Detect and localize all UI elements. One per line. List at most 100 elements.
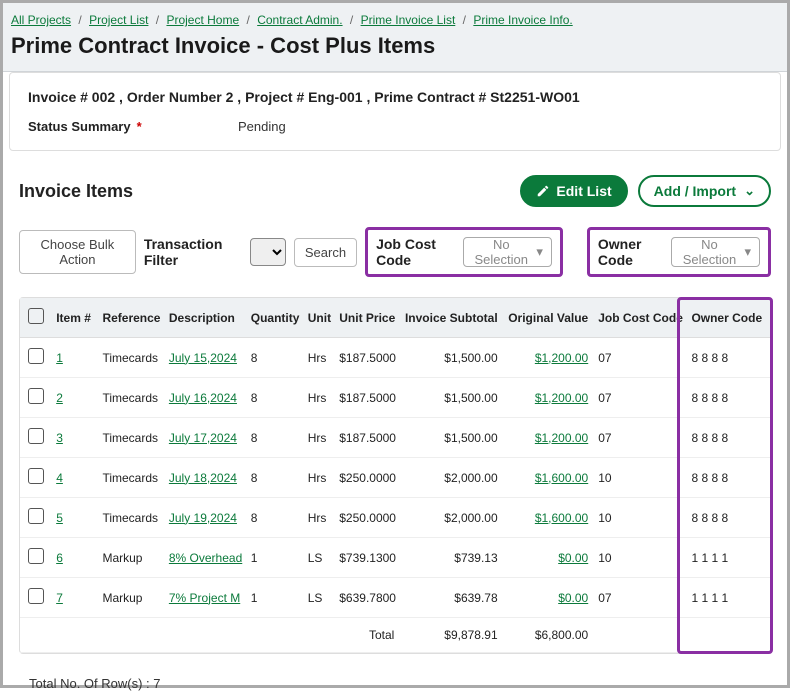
col-original: Original Value <box>504 298 595 338</box>
table-row: 7Markup7% Project M1LS$639.7800$639.78$0… <box>20 578 770 618</box>
cell-jcc: 10 <box>594 498 687 538</box>
crumb-project-list[interactable]: Project List <box>89 13 148 27</box>
cell-unit-price: $187.5000 <box>335 338 400 378</box>
original-value-link[interactable]: $1,200.00 <box>535 351 588 365</box>
cell-unit: Hrs <box>304 458 336 498</box>
cell-unit-price: $250.0000 <box>335 498 400 538</box>
original-value-link[interactable]: $1,200.00 <box>535 391 588 405</box>
item-link[interactable]: 2 <box>56 391 63 405</box>
cell-subtotal: $2,000.00 <box>400 458 503 498</box>
cell-unit-price: $639.7800 <box>335 578 400 618</box>
cell-reference: Timecards <box>98 418 164 458</box>
item-link[interactable]: 6 <box>56 551 63 565</box>
invoice-summary-card: Invoice # 002 , Order Number 2 , Project… <box>9 72 781 151</box>
col-jcc: Job Cost Code <box>594 298 687 338</box>
cell-reference: Timecards <box>98 458 164 498</box>
item-link[interactable]: 4 <box>56 471 63 485</box>
table-row: 4 Timecards July 18,2024 8Hrs$250.0000$2,00… <box>20 458 770 498</box>
cell-unit-price: $187.5000 <box>335 378 400 418</box>
job-cost-code-label: Job Cost Code <box>376 236 457 268</box>
row-checkbox[interactable] <box>28 468 44 484</box>
cell-quantity: 8 <box>247 498 304 538</box>
cell-subtotal: $739.13 <box>400 538 503 578</box>
cell-owner-code: 1 1 1 1 <box>687 578 770 618</box>
description-link[interactable]: July 18,2024 <box>169 471 237 485</box>
original-value-link[interactable]: $1,600.00 <box>535 471 588 485</box>
cell-jcc: 07 <box>594 338 687 378</box>
item-link[interactable]: 3 <box>56 431 63 445</box>
job-cost-code-filter: Job Cost Code No Selection ▾ <box>365 227 563 277</box>
item-link[interactable]: 1 <box>56 351 63 365</box>
cell-owner-code: 8 8 8 8 <box>687 498 770 538</box>
cell-reference: Timecards <box>98 498 164 538</box>
description-link[interactable]: July 17,2024 <box>169 431 237 445</box>
description-link[interactable]: July 15,2024 <box>169 351 237 365</box>
col-quantity: Quantity <box>247 298 304 338</box>
item-link[interactable]: 7 <box>56 591 63 605</box>
cell-jcc: 07 <box>594 578 687 618</box>
cell-subtotal: $1,500.00 <box>400 338 503 378</box>
cell-quantity: 1 <box>247 578 304 618</box>
job-cost-code-dropdown[interactable]: No Selection ▾ <box>463 237 552 267</box>
row-checkbox[interactable] <box>28 548 44 564</box>
row-checkbox[interactable] <box>28 388 44 404</box>
cell-owner-code: 8 8 8 8 <box>687 338 770 378</box>
page-title: Prime Contract Invoice - Cost Plus Items <box>11 33 779 67</box>
totals-subtotal: $9,878.91 <box>400 618 503 653</box>
table-row: 1TimecardsJuly 15,20248Hrs$187.5000$1,50… <box>20 338 770 378</box>
cell-jcc: 10 <box>594 538 687 578</box>
description-link[interactable]: 7% Project M <box>169 591 240 605</box>
totals-original: $6,800.00 <box>504 618 595 653</box>
owner-code-dropdown[interactable]: No Selection ▾ <box>671 237 760 267</box>
select-all-checkbox[interactable] <box>28 308 44 324</box>
cell-unit-price: $739.1300 <box>335 538 400 578</box>
cell-subtotal: $1,500.00 <box>400 418 503 458</box>
crumb-contract-admin[interactable]: Contract Admin. <box>257 13 342 27</box>
add-import-button[interactable]: Add / Import ⌄ <box>638 175 771 207</box>
col-description: Description <box>165 298 247 338</box>
cell-unit: Hrs <box>304 498 336 538</box>
item-link[interactable]: 5 <box>56 511 63 525</box>
crumb-all-projects[interactable]: All Projects <box>11 13 71 27</box>
cell-jcc: 10 <box>594 458 687 498</box>
breadcrumb: All Projects / Project List / Project Ho… <box>11 11 779 33</box>
description-link[interactable]: July 19,2024 <box>169 511 237 525</box>
row-checkbox[interactable] <box>28 508 44 524</box>
col-subtotal: Invoice Subtotal <box>400 298 503 338</box>
cell-jcc: 07 <box>594 418 687 458</box>
caret-down-icon: ▾ <box>536 244 543 260</box>
bulk-action-button[interactable]: Choose Bulk Action <box>19 230 136 274</box>
row-checkbox[interactable] <box>28 428 44 444</box>
col-unit-price: Unit Price <box>335 298 400 338</box>
cell-quantity: 1 <box>247 538 304 578</box>
crumb-prime-invoice-info[interactable]: Prime Invoice Info. <box>473 13 572 27</box>
cell-quantity: 8 <box>247 458 304 498</box>
original-value-link[interactable]: $1,200.00 <box>535 431 588 445</box>
original-value-link[interactable]: $0.00 <box>558 591 588 605</box>
status-value: Pending <box>238 119 286 134</box>
section-title: Invoice Items <box>19 181 133 202</box>
transaction-filter-select[interactable] <box>250 238 286 266</box>
cell-unit: LS <box>304 538 336 578</box>
cell-owner-code: 8 8 8 8 <box>687 378 770 418</box>
cell-reference: Markup <box>98 578 164 618</box>
description-link[interactable]: 8% Overhead <box>169 551 242 565</box>
row-count: Total No. Of Row(s) : 7 <box>13 662 777 691</box>
row-checkbox[interactable] <box>28 348 44 364</box>
transaction-filter-label: Transaction Filter <box>144 236 242 268</box>
original-value-link[interactable]: $1,600.00 <box>535 511 588 525</box>
crumb-prime-invoice-list[interactable]: Prime Invoice List <box>361 13 456 27</box>
row-checkbox[interactable] <box>28 588 44 604</box>
description-link[interactable]: July 16,2024 <box>169 391 237 405</box>
cell-reference: Timecards <box>98 338 164 378</box>
original-value-link[interactable]: $0.00 <box>558 551 588 565</box>
edit-list-button[interactable]: Edit List <box>520 175 627 207</box>
search-button[interactable]: Search <box>294 238 357 267</box>
cell-unit-price: $250.0000 <box>335 458 400 498</box>
cell-subtotal: $2,000.00 <box>400 498 503 538</box>
crumb-project-home[interactable]: Project Home <box>166 13 239 27</box>
totals-label: Total <box>335 618 400 653</box>
cell-subtotal: $1,500.00 <box>400 378 503 418</box>
cell-owner-code: 8 8 8 8 <box>687 458 770 498</box>
cell-quantity: 8 <box>247 378 304 418</box>
